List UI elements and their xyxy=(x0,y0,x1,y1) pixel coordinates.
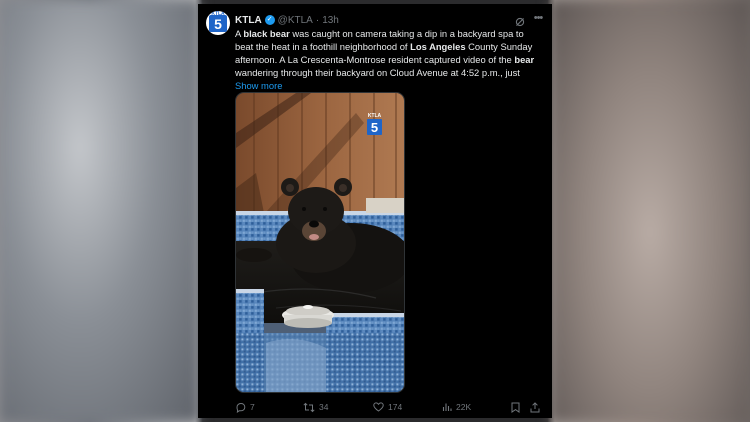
like-count: 174 xyxy=(388,402,403,412)
author-handle[interactable]: @KTLA xyxy=(278,15,313,26)
tweet-text-segment: wandering through their backyard on Clou… xyxy=(235,67,520,78)
tweet-text-highlight: bear xyxy=(514,54,535,65)
grok-icon[interactable] xyxy=(515,14,525,27)
tweet-text-highlight: black bear xyxy=(243,28,290,39)
reply-icon xyxy=(235,402,246,413)
tweet-text-highlight: Los Angeles xyxy=(410,41,466,52)
tweet-media[interactable]: 5 KTLA xyxy=(235,92,405,393)
tweet-text: A black bear was caught on camera taking… xyxy=(235,27,543,92)
heart-icon xyxy=(373,402,384,412)
tweet-card: KTLA 5 KTLA ✓ @KTLA · 13h ••• A black be… xyxy=(198,4,552,418)
reply-button[interactable]: 7 xyxy=(235,400,255,414)
views-button[interactable]: 22K xyxy=(442,400,471,414)
share-button[interactable] xyxy=(530,400,540,414)
avatar[interactable]: KTLA 5 xyxy=(206,11,230,35)
repost-icon xyxy=(303,402,315,413)
reply-count: 7 xyxy=(250,402,255,412)
share-icon xyxy=(530,401,540,413)
tweet-text-content: A black bear was caught on camera taking… xyxy=(235,28,534,78)
bear-spa-photo: 5 KTLA xyxy=(236,93,404,392)
bookmark-icon xyxy=(511,402,520,413)
verified-badge-icon: ✓ xyxy=(264,15,275,25)
background-blur-left xyxy=(0,0,200,422)
repost-button[interactable]: 34 xyxy=(303,400,328,414)
repost-count: 34 xyxy=(319,402,329,412)
timestamp[interactable]: 13h xyxy=(322,15,339,26)
svg-text:KTLA: KTLA xyxy=(368,113,382,119)
views-icon xyxy=(442,402,452,412)
separator-dot: · xyxy=(315,14,320,26)
author-name[interactable]: KTLA xyxy=(235,15,262,26)
more-icon[interactable]: ••• xyxy=(532,12,544,24)
avatar-logo-number: 5 xyxy=(209,15,227,32)
ktla-watermark: 5 xyxy=(371,120,378,135)
like-button[interactable]: 174 xyxy=(373,400,402,414)
tweet-actions: 7 34 174 22K xyxy=(235,400,546,414)
background-blur-right xyxy=(550,0,750,422)
show-more-link[interactable]: Show more xyxy=(235,79,543,92)
views-count: 22K xyxy=(456,402,472,412)
bookmark-button[interactable] xyxy=(511,400,520,414)
tweet-header: KTLA ✓ @KTLA · 13h xyxy=(235,12,339,28)
